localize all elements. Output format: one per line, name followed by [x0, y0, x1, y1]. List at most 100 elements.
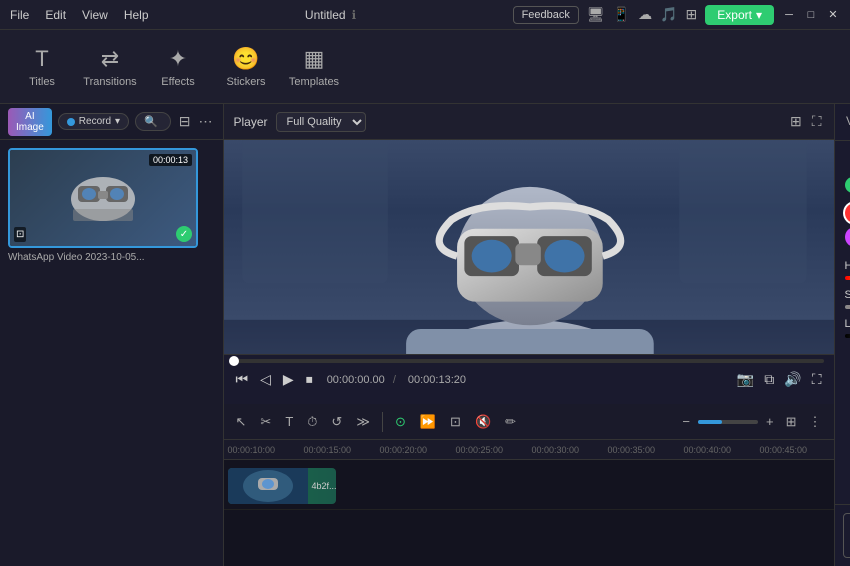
stickers-icon: 😊 — [232, 46, 259, 72]
export-button[interactable]: Export ▾ — [705, 5, 774, 25]
volume-button[interactable]: 🔊 — [782, 369, 803, 390]
audio-icon: 🎵 — [660, 6, 677, 23]
quality-select[interactable]: Full Quality — [276, 112, 366, 132]
effects-label: Effects — [161, 76, 194, 88]
frame-back-button[interactable]: ◁ — [258, 369, 273, 390]
menu-edit[interactable]: Edit — [45, 8, 66, 22]
zoom-slider[interactable] — [698, 420, 758, 424]
ruler-mark: 00:00:10:00 — [226, 445, 302, 455]
menu-help[interactable]: Help — [124, 8, 149, 22]
rotate-tool[interactable]: ↺ — [327, 412, 346, 432]
video-content — [224, 140, 834, 354]
record-button[interactable]: Record ▾ — [58, 113, 129, 130]
selected-check-icon: ✓ — [176, 226, 192, 242]
more-options-button[interactable]: ⋯ — [197, 111, 215, 132]
right-panel: Video Color Speed Basic HSL ⌇ ▣ ▾ HSL — [834, 104, 850, 566]
hue-slider-group: Hue ◇ 0.00 — [845, 259, 850, 280]
filter-button[interactable]: ⊟ — [177, 111, 193, 132]
menu-file[interactable]: File — [10, 8, 29, 22]
luminance-label: Luminance — [845, 318, 850, 330]
content-wrapper: AI Image Record ▾ 🔍 ⊟ ⋯ — [0, 104, 850, 566]
title-bar-left: File Edit View Help — [10, 8, 149, 22]
stop-button[interactable]: ⏹ — [304, 369, 315, 390]
timeline-ruler: 00:00:10:00 00:00:15:00 00:00:20:00 00:0… — [224, 440, 834, 460]
hue-slider-track[interactable] — [845, 276, 850, 280]
title-bar: File Edit View Help Untitled ℹ Feedback … — [0, 0, 850, 30]
ruler-mark: 00:00:40:00 — [682, 445, 758, 455]
effects-icon: ✦ — [169, 46, 187, 72]
saturation-slider-track[interactable] — [845, 305, 850, 309]
swatch-red[interactable] — [845, 203, 850, 223]
reset-button[interactable]: Reset — [843, 513, 850, 558]
clock-tool[interactable]: ⏱ — [303, 412, 321, 432]
player-toolbar: Player Full Quality ⊞ ⛶ — [224, 104, 834, 140]
app-title: Untitled — [305, 8, 346, 22]
track-clip[interactable]: 4b2f... — [228, 468, 336, 504]
current-time: 00:00:00.00 — [327, 374, 385, 386]
ai-image-button[interactable]: AI Image — [8, 108, 52, 136]
ruler-marks: 00:00:10:00 00:00:15:00 00:00:20:00 00:0… — [226, 445, 834, 455]
cursor-tool[interactable]: ↖ — [232, 412, 251, 432]
clip-label: 4b2f... — [308, 481, 336, 491]
menu-view[interactable]: View — [82, 8, 108, 22]
sidebar-item-transitions[interactable]: ⇄ Transitions — [78, 37, 142, 97]
tab-video[interactable]: Video — [835, 104, 850, 140]
media-item-label: WhatsApp Video 2023-10-05... — [8, 252, 198, 263]
snapshot-button[interactable]: 📷 — [735, 369, 756, 390]
record-dot-icon — [67, 118, 75, 126]
sidebar-item-stickers[interactable]: 😊 Stickers — [214, 37, 278, 97]
list-item[interactable]: 00:00:13 ⊡ ✓ WhatsApp Video 2023-10-05..… — [8, 148, 198, 263]
chevron-down-icon: ▾ — [756, 8, 762, 22]
fullscreen-button[interactable]: ⛶ — [810, 369, 824, 390]
search-box[interactable]: 🔍 — [135, 112, 171, 131]
stabilize-tool[interactable]: ⊡ — [446, 412, 465, 432]
speed-tool[interactable]: ⏩ — [416, 412, 440, 432]
close-button[interactable]: ✕ — [826, 8, 840, 22]
video-track: 4b2f... — [224, 460, 834, 510]
trim-tool[interactable]: ✂ — [256, 412, 275, 432]
hue-label: Hue — [845, 260, 850, 272]
basic-sub-tab[interactable]: Basic — [845, 151, 850, 167]
media-thumbnail: 00:00:13 ⊡ ✓ — [8, 148, 198, 248]
more-tools[interactable]: ≫ — [352, 412, 374, 432]
text-tool[interactable]: T — [281, 412, 297, 431]
video-frame — [224, 140, 834, 354]
sidebar-item-effects[interactable]: ✦ Effects — [146, 37, 210, 97]
edit-tool[interactable]: ✏ — [501, 412, 520, 432]
maximize-button[interactable]: □ — [804, 8, 818, 22]
hsl-toggle[interactable] — [845, 177, 850, 193]
cloud-icon: ☁ — [638, 6, 652, 23]
app-wrapper: File Edit View Help Untitled ℹ Feedback … — [0, 0, 850, 566]
left-panel: AI Image Record ▾ 🔍 ⊟ ⋯ — [0, 104, 224, 566]
fullscreen-icon[interactable]: ⛶ — [810, 111, 824, 132]
player-icons: ⊞ ⛶ — [788, 111, 824, 132]
hsl-toggle-row: HSL ◇ — [845, 177, 850, 193]
search-icon: 🔍 — [144, 115, 158, 128]
swatch-purple[interactable] — [845, 227, 850, 247]
clip-preview-icon — [228, 468, 308, 504]
luminance-slider-track[interactable] — [845, 334, 850, 338]
transitions-icon: ⇄ — [101, 46, 119, 72]
green-screen-tool[interactable]: ⊙ — [391, 412, 410, 432]
titles-label: Titles — [29, 76, 55, 88]
expand-icon[interactable]: ⊞ — [788, 111, 804, 132]
play-button[interactable]: ▶ — [281, 369, 296, 390]
progress-bar[interactable] — [234, 359, 824, 363]
minimize-button[interactable]: ─ — [782, 8, 796, 22]
zoom-in-button[interactable]: + — [762, 412, 778, 431]
total-time: 00:00:13:20 — [408, 374, 466, 386]
pip-button[interactable]: ⧉ — [762, 369, 776, 390]
sidebar-item-templates[interactable]: ▦ Templates — [282, 37, 346, 97]
saturation-label-row: Saturation ◇ 0.00 — [845, 288, 850, 301]
sidebar-item-titles[interactable]: T Titles — [10, 37, 74, 97]
ruler-mark: 00:00:15:00 — [302, 445, 378, 455]
mute-tool[interactable]: 🔇 — [471, 412, 495, 432]
feedback-button[interactable]: Feedback — [513, 6, 579, 24]
progress-thumb[interactable] — [229, 356, 239, 366]
timeline-more[interactable]: ⋮ — [805, 412, 826, 432]
skip-back-button[interactable]: ⏮ — [234, 369, 251, 390]
panel-sub-tabs-row: Basic HSL ⌇ ▣ ▾ — [845, 151, 850, 167]
zoom-out-button[interactable]: − — [678, 412, 694, 431]
ruler-mark: 00:00:20:00 — [378, 445, 454, 455]
timeline-settings[interactable]: ⊞ — [782, 412, 801, 432]
